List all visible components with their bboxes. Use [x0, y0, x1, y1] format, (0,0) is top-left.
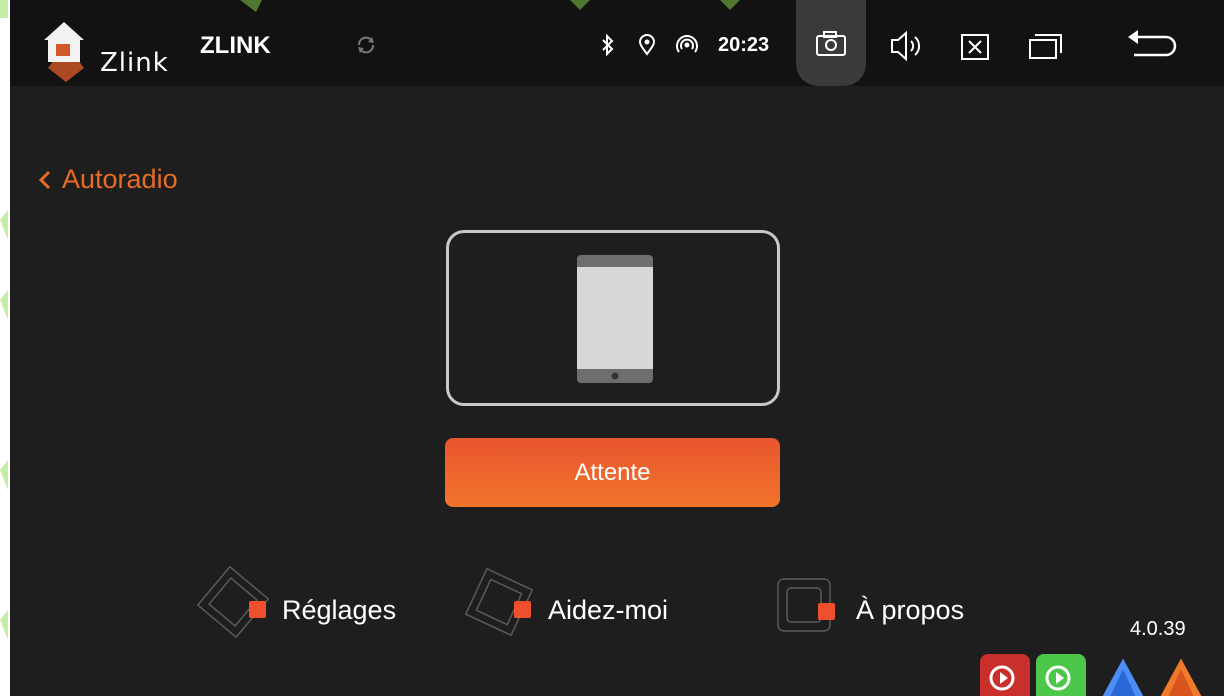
- clock: 20:23: [718, 34, 770, 56]
- hotspot-icon: [676, 35, 698, 53]
- device-status-card: [446, 230, 780, 406]
- help-label: Aidez-moi: [548, 595, 669, 625]
- back-label: Autoradio: [62, 164, 178, 194]
- sync-icon: [358, 36, 374, 54]
- about-icon: [777, 578, 835, 632]
- volume-icon[interactable]: [886, 26, 926, 66]
- close-app-icon[interactable]: [956, 26, 996, 66]
- android-auto-blue-icon[interactable]: [1098, 654, 1148, 696]
- status-bar: Zlink ZLINK 20:23: [10, 0, 1224, 86]
- settings-icon: [196, 565, 270, 639]
- back-arrow-icon[interactable]: [1124, 26, 1180, 66]
- android-auto-orange-icon[interactable]: [1156, 654, 1206, 696]
- zlink-house-icon: [44, 22, 84, 82]
- app-screen: Zlink ZLINK 20:23 Autoradio Attente Régl…: [10, 0, 1224, 696]
- chevron-left-icon: [38, 170, 51, 189]
- location-icon: [638, 34, 656, 56]
- help-icon: [464, 567, 534, 637]
- bluetooth-icon: [602, 34, 614, 56]
- logo-text: Zlink: [100, 48, 169, 78]
- settings-menu-item[interactable]: Réglages: [190, 565, 430, 655]
- screenshot-icon: [816, 31, 846, 56]
- wait-button[interactable]: Attente: [445, 438, 780, 507]
- screenshot-button[interactable]: [796, 0, 866, 86]
- about-menu-item[interactable]: À propos: [768, 565, 1018, 655]
- help-menu-item[interactable]: Aidez-moi: [460, 565, 710, 655]
- version-label: 4.0.39: [1130, 618, 1186, 640]
- phone-icon: [577, 255, 653, 383]
- zlink-logo: Zlink: [40, 18, 200, 82]
- app-title: ZLINK: [200, 32, 271, 59]
- carplay-red-icon[interactable]: [980, 654, 1030, 696]
- about-label: À propos: [856, 595, 965, 625]
- carplay-green-icon[interactable]: [1036, 654, 1086, 696]
- recent-apps-icon[interactable]: [1024, 26, 1068, 66]
- settings-label: Réglages: [282, 595, 397, 625]
- back-nav[interactable]: Autoradio: [38, 164, 178, 195]
